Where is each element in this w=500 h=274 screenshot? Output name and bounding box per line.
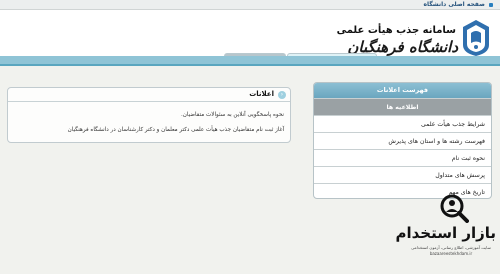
announcement-item[interactable]: نحوه پاسخگویی آنلاین به سئوالات متقاضیان… (14, 110, 284, 120)
magnifier-person-icon (440, 194, 469, 223)
menu-item-fields-provinces[interactable]: فهرست رشته ها و استان های پذیرش (314, 132, 491, 149)
university-logo-icon (463, 20, 489, 56)
home-icon (489, 2, 493, 7)
site-title: سامانه جذب هیأت علمی (336, 25, 456, 36)
top-bar: صفحه اصلی دانشگاه (0, 0, 500, 10)
menu-item-announcements[interactable]: اطلاعیه ها (314, 98, 491, 115)
menu-item-faq[interactable]: پرسش های متداول (314, 166, 491, 183)
announcements-header: ‹ اعلانات (8, 88, 290, 102)
chevron-left-icon: ‹ (278, 91, 286, 99)
announcements-menu: فهرست اعلانات اطلاعیه ها شرایط جذب هیأت … (313, 82, 492, 199)
university-home-link[interactable]: صفحه اصلی دانشگاه (423, 0, 493, 10)
watermark-brand: بازار استخدام (395, 224, 496, 242)
header-band (0, 56, 500, 66)
menu-title: فهرست اعلانات (314, 83, 491, 98)
watermark: بازار استخدام سایت آموزشی، اطلاع رسانی، … (395, 193, 500, 274)
announcements-title: اعلانات (249, 90, 274, 98)
announcement-item[interactable]: آغاز ثبت نام متقاضیان جذب هیأت علمی دکتر… (14, 125, 284, 135)
menu-item-conditions[interactable]: شرایط جذب هیأت علمی (314, 115, 491, 132)
university-home-label: صفحه اصلی دانشگاه (423, 1, 485, 8)
announcements-list: نحوه پاسخگویی آنلاین به سئوالات متقاضیان… (14, 110, 284, 140)
watermark-url: bazaareestekhdam.ir (429, 251, 473, 256)
announcements-panel: ‹ اعلانات نحوه پاسخگویی آنلاین به سئوالا… (7, 87, 291, 143)
menu-item-registration[interactable]: نحوه ثبت نام (314, 149, 491, 166)
watermark-tagline: سایت آموزشی، اطلاع رسانی، آزمون استخدامی (411, 245, 491, 250)
